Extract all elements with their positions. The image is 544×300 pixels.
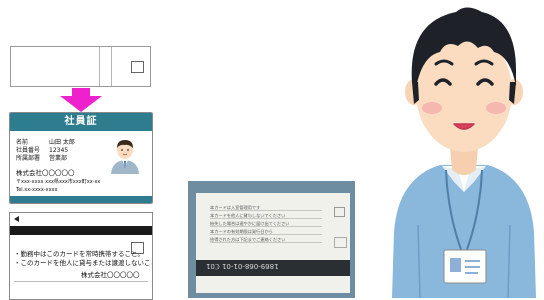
down-arrow-icon (60, 88, 102, 112)
id-card-back: ・勤務中はこのカードを常時携帯すること。 ・このカードを他人に貸与または譲渡しな… (9, 212, 153, 300)
number-value: 12345 (49, 147, 69, 154)
back-company: 株式会社〇〇〇〇〇 (81, 271, 140, 279)
photo-rule (210, 234, 322, 235)
chip-square (334, 237, 347, 248)
number-label: 社員番号 (16, 147, 41, 154)
employee-portrait (111, 140, 139, 174)
id-card-title: 社員証 (10, 113, 152, 131)
card-photo: 本カードは入室管理用です 本カードを他人に貸与しないでください 紛失した場合は速… (188, 181, 355, 298)
insert-direction-icon (14, 216, 19, 222)
dept-label: 所属部署 (16, 155, 41, 162)
employee-id-card: 社員証 名前 山田 太郎 社員番号 12345 所属部署 営業部 株式会社〇〇〇… (9, 112, 153, 204)
card-photo-surface: 本カードは入室管理用です 本カードを他人に貸与しないでください 紛失した場合は速… (196, 193, 350, 293)
chip-square (334, 207, 345, 217)
tel: Tel.xx-xxxx-xxxx (16, 187, 58, 193)
fold-line (99, 47, 100, 86)
company-name: 株式会社〇〇〇〇〇 (16, 169, 75, 177)
name-label: 名前 (16, 139, 29, 146)
photo-rule (210, 242, 322, 243)
back-rule-2: ・このカードを他人に貸与または譲渡しないこと。 (14, 259, 153, 267)
address: 〒xxx-xxxx xxx県xxx市xxx町xx-xx (16, 179, 101, 185)
divider (14, 281, 148, 282)
fold-line (111, 47, 112, 86)
dept-value: 営業部 (49, 155, 68, 162)
man-with-badge-illustration (392, 7, 536, 298)
magnetic-stripe (10, 226, 152, 235)
photo-rule (210, 210, 322, 211)
blank-card (10, 46, 151, 87)
id-card-bottom-bar (10, 196, 152, 203)
name-value: 山田 太郎 (49, 139, 75, 146)
back-rule-1: ・勤務中はこのカードを常時携帯すること。 (14, 250, 144, 258)
photo-rule (210, 218, 322, 219)
chip-square (131, 61, 144, 73)
mirrored-number: 1869-068-01-01 ℂ01 (206, 262, 279, 270)
photo-rule (210, 226, 322, 227)
